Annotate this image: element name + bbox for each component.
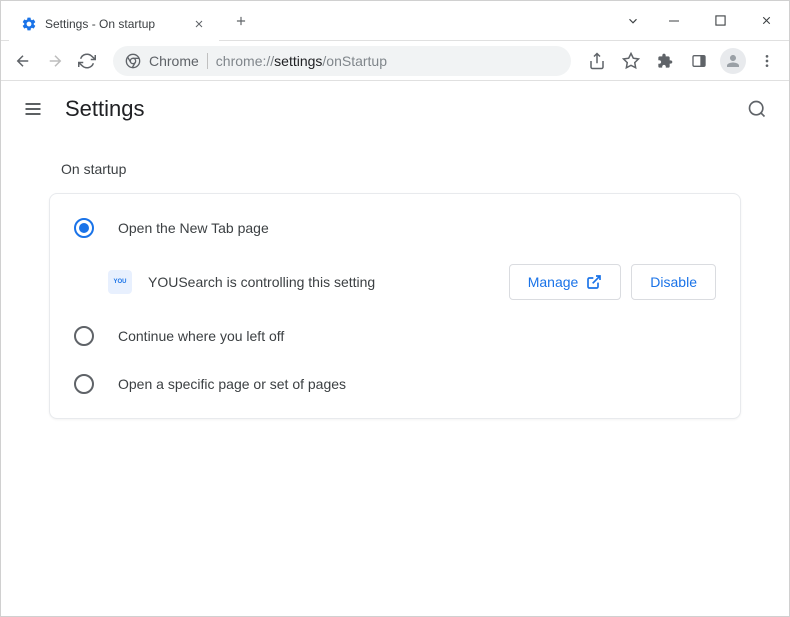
window-controls [615, 1, 789, 41]
extension-notice: YOU YOUSearch is controlling this settin… [50, 252, 740, 312]
close-icon[interactable] [191, 16, 207, 32]
browser-tab[interactable]: Settings - On startup [9, 7, 219, 41]
divider [207, 53, 208, 69]
minimize-button[interactable] [651, 1, 697, 41]
option-specific-page[interactable]: Open a specific page or set of pages [50, 360, 740, 408]
radio-unselected[interactable] [74, 374, 94, 394]
address-bar[interactable]: Chrome chrome://settings/onStartup [113, 46, 571, 76]
extension-actions: Manage Disable [509, 264, 716, 300]
startup-card: Open the New Tab page YOU YOUSearch is c… [49, 193, 741, 419]
toolbar-actions [583, 47, 781, 75]
page-title: Settings [65, 96, 145, 122]
manage-label: Manage [528, 274, 579, 290]
settings-main: On startup Open the New Tab page YOU YOU… [1, 137, 789, 616]
gear-icon [21, 16, 37, 32]
url-emphasis: settings [274, 53, 322, 69]
avatar [720, 48, 746, 74]
forward-button[interactable] [41, 47, 69, 75]
settings-header: Settings [1, 81, 789, 137]
chrome-icon [125, 53, 141, 69]
address-url: chrome://settings/onStartup [216, 53, 387, 69]
section-title: On startup [61, 161, 741, 177]
sidepanel-icon[interactable] [685, 47, 713, 75]
url-rest: /onStartup [322, 53, 387, 69]
new-tab-button[interactable] [227, 7, 255, 35]
share-icon[interactable] [583, 47, 611, 75]
launch-icon [586, 274, 602, 290]
profile-avatar[interactable] [719, 47, 747, 75]
option-new-tab[interactable]: Open the New Tab page [50, 204, 740, 252]
page-content: Settings On startup Open the New Tab pag… [1, 81, 789, 616]
tab-title: Settings - On startup [45, 17, 183, 31]
radio-selected[interactable] [74, 218, 94, 238]
menu-icon[interactable] [753, 47, 781, 75]
toolbar: Chrome chrome://settings/onStartup [1, 41, 789, 81]
reload-button[interactable] [73, 47, 101, 75]
maximize-button[interactable] [697, 1, 743, 41]
url-protocol: chrome:// [216, 53, 274, 69]
back-button[interactable] [9, 47, 37, 75]
disable-label: Disable [650, 274, 697, 290]
disable-button[interactable]: Disable [631, 264, 716, 300]
extension-icon: YOU [108, 270, 132, 294]
search-icon[interactable] [745, 97, 769, 121]
hamburger-icon[interactable] [21, 97, 45, 121]
bookmark-icon[interactable] [617, 47, 645, 75]
option-label: Open the New Tab page [118, 220, 269, 236]
chevron-down-icon[interactable] [615, 1, 651, 41]
browser-window: Settings - On startup [0, 0, 790, 617]
extensions-icon[interactable] [651, 47, 679, 75]
option-label: Continue where you left off [118, 328, 284, 344]
titlebar: Settings - On startup [1, 1, 789, 41]
option-label: Open a specific page or set of pages [118, 376, 346, 392]
address-prefix: Chrome [149, 53, 199, 69]
extension-text: YOUSearch is controlling this setting [148, 274, 493, 290]
option-continue[interactable]: Continue where you left off [50, 312, 740, 360]
manage-button[interactable]: Manage [509, 264, 622, 300]
close-window-button[interactable] [743, 1, 789, 41]
radio-unselected[interactable] [74, 326, 94, 346]
